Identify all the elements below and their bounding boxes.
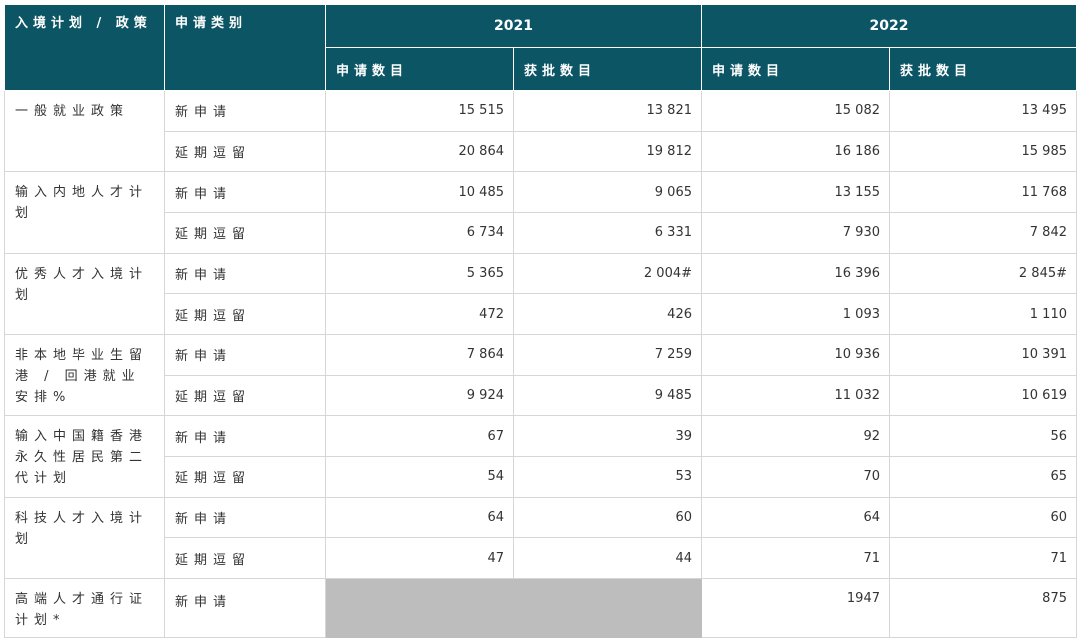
value-cell: 7 842 <box>889 211 1077 254</box>
table-row: 科技人才入境计划 新申请 64 60 64 60 <box>4 496 1077 579</box>
value-cell: 64 <box>701 496 890 539</box>
table-row: 优秀人才入境计划 新申请 5 365 2 004# 16 396 2 845# <box>4 252 1077 335</box>
table-row: 输入内地人才计划 新申请 10 485 9 065 13 155 11 768 <box>4 171 1077 254</box>
kind-cell: 新申请 <box>164 252 326 295</box>
kind-cell: 新申请 <box>164 171 326 213</box>
header-year-2021: 2021 <box>325 4 702 48</box>
value-cell: 15 985 <box>889 130 1077 173</box>
value-cell: 10 936 <box>701 333 890 376</box>
value-cell: 6 331 <box>513 211 702 254</box>
table-row: 延期逗留 6 734 6 331 7 930 7 842 <box>5 211 1077 254</box>
value-cell: 67 <box>325 415 514 457</box>
kind-cell: 新申请 <box>164 333 326 376</box>
value-cell: 6 734 <box>325 211 514 254</box>
kind-cell: 新申请 <box>164 415 326 457</box>
table-row: 延期逗留 9 924 9 485 11 032 10 619 <box>5 374 1077 417</box>
value-cell: 54 <box>325 455 514 498</box>
value-cell: 11 032 <box>701 374 890 417</box>
value-cell: 56 <box>889 415 1077 457</box>
policy-cell: 输入中国籍香港永久性居民第二代计划 <box>4 415 165 498</box>
table-body: 一般就业政策 新申请 15 515 13 821 15 082 13 495 延… <box>4 89 1077 639</box>
value-cell: 13 821 <box>513 90 702 132</box>
value-cell: 10 619 <box>889 374 1077 417</box>
kind-cell: 延期逗留 <box>164 211 326 254</box>
header-row-years: 入境计划 / 政策 申请类别 2021 2022 <box>4 4 1077 91</box>
value-cell: 20 864 <box>325 130 514 173</box>
header-policy: 入境计划 / 政策 <box>4 4 165 91</box>
header-2021-approved: 获批数目 <box>513 47 702 91</box>
value-cell: 71 <box>889 537 1077 579</box>
value-cell: 16 396 <box>701 252 890 295</box>
value-cell: 13 155 <box>701 171 890 213</box>
value-cell: 9 485 <box>513 374 702 417</box>
value-cell: 1 093 <box>701 293 890 335</box>
kind-cell: 新申请 <box>164 496 326 539</box>
value-cell: 7 930 <box>701 211 890 254</box>
value-cell: 5 365 <box>325 252 514 295</box>
kind-cell: 延期逗留 <box>164 130 326 173</box>
header-type: 申请类别 <box>164 4 326 91</box>
value-cell: 10 391 <box>889 333 1077 376</box>
table-row: 一般就业政策 新申请 15 515 13 821 15 082 13 495 <box>4 89 1077 173</box>
value-cell: 1 110 <box>889 293 1077 335</box>
value-cell: 44 <box>513 537 702 579</box>
value-cell: 39 <box>513 415 702 457</box>
policy-cell: 非本地毕业生留港 / 回港就业安排% <box>4 333 165 417</box>
value-cell: 19 812 <box>513 130 702 173</box>
value-cell: 71 <box>701 537 890 579</box>
header-2022-applications: 申请数目 <box>701 47 890 91</box>
value-cell: 10 485 <box>325 171 514 213</box>
kind-cell: 新申请 <box>164 577 326 639</box>
policy-cell: 高端人才通行证计划* <box>4 577 165 639</box>
value-cell: 875 <box>889 577 1077 639</box>
value-cell: 15 082 <box>701 90 890 132</box>
value-cell: 426 <box>513 293 702 335</box>
value-cell: 7 259 <box>513 333 702 376</box>
header-2022-approved: 获批数目 <box>889 47 1077 91</box>
table-row: 延期逗留 472 426 1 093 1 110 <box>5 293 1077 335</box>
value-cell: 70 <box>701 455 890 498</box>
not-applicable-cell <box>325 577 702 639</box>
kind-cell: 新申请 <box>164 90 326 132</box>
policy-cell: 输入内地人才计划 <box>4 171 165 254</box>
kind-cell: 延期逗留 <box>164 537 326 579</box>
table-row: 非本地毕业生留港 / 回港就业安排% 新申请 7 864 7 259 10 93… <box>4 333 1077 417</box>
header-year-2022: 2022 <box>701 4 1077 48</box>
value-cell: 15 515 <box>325 90 514 132</box>
kind-cell: 延期逗留 <box>164 455 326 498</box>
value-cell: 60 <box>513 496 702 539</box>
table-row: 延期逗留 54 53 70 65 <box>5 455 1077 498</box>
value-cell: 2 004# <box>513 252 702 295</box>
value-cell: 9 924 <box>325 374 514 417</box>
immigration-stats-table: 入境计划 / 政策 申请类别 2021 2022 申请数目 获批数目 申请数目 … <box>4 4 1077 639</box>
policy-cell: 科技人才入境计划 <box>4 496 165 579</box>
value-cell: 53 <box>513 455 702 498</box>
table-row: 延期逗留 20 864 19 812 16 186 15 985 <box>5 130 1077 173</box>
value-cell: 64 <box>325 496 514 539</box>
policy-cell: 一般就业政策 <box>4 89 165 173</box>
value-cell: 472 <box>325 293 514 335</box>
table-header: 入境计划 / 政策 申请类别 2021 2022 申请数目 获批数目 申请数目 … <box>4 4 1077 91</box>
value-cell: 13 495 <box>889 90 1077 132</box>
value-cell: 2 845# <box>889 252 1077 295</box>
kind-cell: 延期逗留 <box>164 374 326 417</box>
table-row: 输入中国籍香港永久性居民第二代计划 新申请 67 39 92 56 <box>4 415 1077 498</box>
policy-cell: 优秀人才入境计划 <box>4 252 165 335</box>
value-cell: 16 186 <box>701 130 890 173</box>
value-cell: 92 <box>701 415 890 457</box>
value-cell: 60 <box>889 496 1077 539</box>
table-row: 高端人才通行证计划* 新申请 1947 875 <box>4 577 1077 639</box>
header-2021-applications: 申请数目 <box>325 47 514 91</box>
table-row: 延期逗留 47 44 71 71 <box>5 537 1077 579</box>
value-cell: 1947 <box>701 577 890 639</box>
value-cell: 65 <box>889 455 1077 498</box>
value-cell: 47 <box>325 537 514 579</box>
value-cell: 9 065 <box>513 171 702 213</box>
value-cell: 11 768 <box>889 171 1077 213</box>
kind-cell: 延期逗留 <box>164 293 326 335</box>
value-cell: 7 864 <box>325 333 514 376</box>
